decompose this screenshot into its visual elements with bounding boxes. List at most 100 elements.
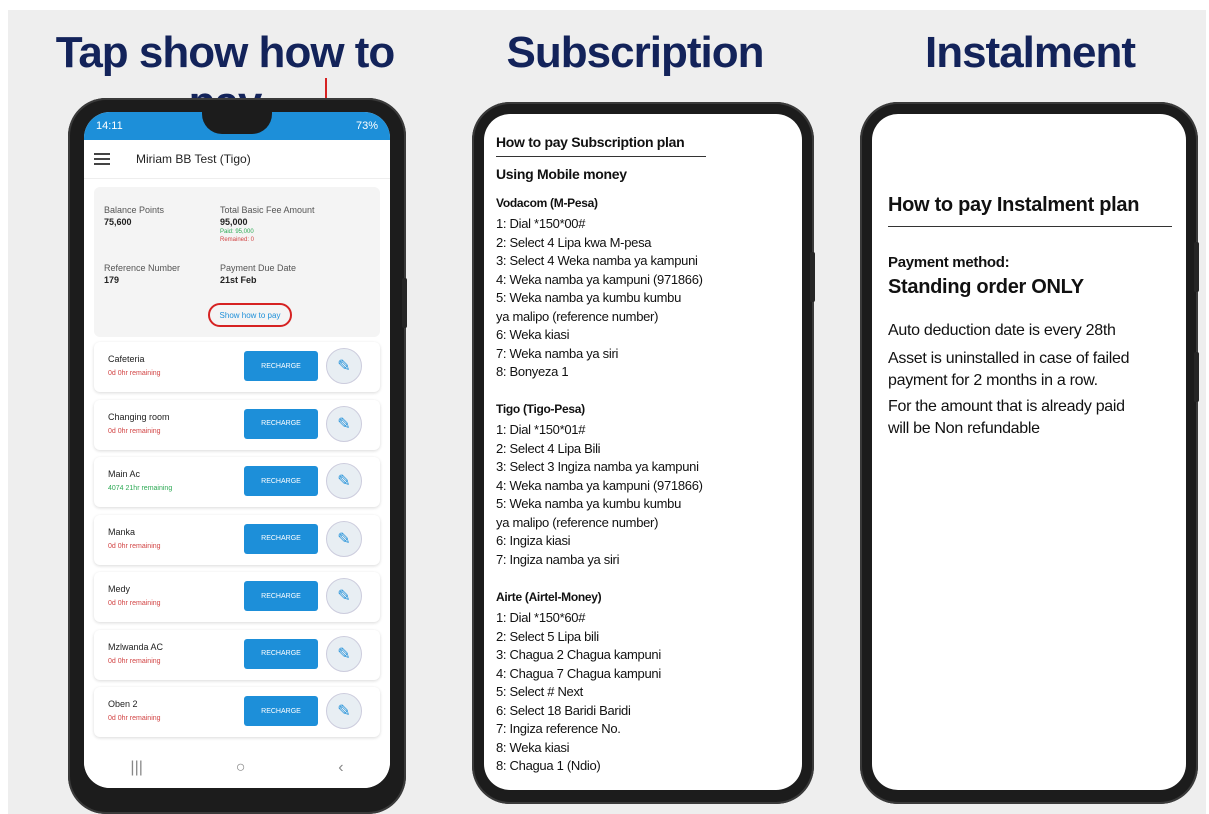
back-icon[interactable]: ‹ xyxy=(338,759,343,777)
room-card: Oben 2 0d 0hr remaining RECHARGE ✎ xyxy=(94,687,380,737)
android-nav-bar: ||| ○ ‹ xyxy=(84,748,390,788)
vodacom-header: Vodacom (M-Pesa) xyxy=(496,196,598,210)
room-name: Changing room xyxy=(108,411,170,422)
recharge-button[interactable]: RECHARGE xyxy=(244,523,318,554)
phone-subscription: How to pay Subscription plan Using Mobil… xyxy=(472,102,815,804)
home-icon[interactable]: ○ xyxy=(236,759,246,777)
camera-notch xyxy=(202,112,272,134)
fee-label: Total Basic Fee Amount xyxy=(220,205,315,215)
balance-label: Balance Points xyxy=(104,205,165,215)
instalment-detail-line: will be Non refundable xyxy=(888,420,1040,437)
room-remaining: 0d 0hr remaining xyxy=(108,600,161,607)
payment-step: 5: Weka namba ya kumbu kumbu xyxy=(496,496,682,511)
payment-step: 8: Chagua 1 (Ndio) xyxy=(496,758,601,773)
payment-method-value: Standing order ONLY xyxy=(888,276,1084,298)
payment-step: 1: Dial *150*00# xyxy=(496,216,586,231)
room-name: Medy xyxy=(108,584,131,594)
recharge-button[interactable]: RECHARGE xyxy=(244,581,318,611)
room-remaining: 0d 0hr remaining xyxy=(108,715,161,722)
edit-pencil-icon[interactable]: ✎ xyxy=(326,405,362,442)
phone-side-button-2 xyxy=(1194,352,1199,402)
instalment-detail-line: For the amount that is already paid xyxy=(888,398,1125,415)
title-underline xyxy=(496,156,706,157)
room-remaining: 4074 21hr remaining xyxy=(108,485,173,492)
phone-side-button xyxy=(1194,242,1199,292)
instalment-detail-line: Auto deduction date is every 28th xyxy=(888,322,1116,339)
edit-pencil-icon[interactable]: ✎ xyxy=(326,635,362,672)
balance-value: 75,600 xyxy=(104,217,132,227)
payment-step: 4: Chagua 7 Chagua kampuni xyxy=(496,665,661,681)
room-remaining: 0d 0hr remaining xyxy=(108,427,161,435)
edit-pencil-icon[interactable]: ✎ xyxy=(326,693,362,729)
payment-step: 7: Weka namba ya siri xyxy=(496,345,619,361)
show-how-to-pay-link[interactable]: Show how to pay xyxy=(208,303,292,327)
payment-step: 7: Ingiza reference No. xyxy=(496,721,621,736)
payment-step: 5: Weka namba ya kumbu kumbu xyxy=(496,290,682,305)
recharge-button[interactable]: RECHARGE xyxy=(244,466,318,496)
subscription-title: How to pay Subscription plan xyxy=(496,134,685,150)
phone-instalment: How to pay Instalment plan Payment metho… xyxy=(860,102,1199,804)
instalment-underline xyxy=(888,226,1172,227)
instalment-detail-line: Asset is uninstalled in case of failed xyxy=(888,350,1130,367)
heading-subscription: Subscription xyxy=(506,28,765,77)
room-card: Medy 0d 0hr remaining RECHARGE ✎ xyxy=(94,572,380,622)
payment-step: 3: Chagua 2 Chagua kampuni xyxy=(496,647,661,662)
airtel-header: Airte (Airtel-Money) xyxy=(496,590,602,604)
summary-card: Balance Points 75,600 Total Basic Fee Am… xyxy=(94,187,380,337)
recents-icon[interactable]: ||| xyxy=(130,759,142,777)
edit-pencil-icon[interactable]: ✎ xyxy=(326,348,362,384)
edit-pencil-icon[interactable]: ✎ xyxy=(326,520,362,557)
instalment-screen: How to pay Instalment plan Payment metho… xyxy=(872,114,1186,790)
phone-side-button xyxy=(810,252,815,302)
recharge-button[interactable]: RECHARGE xyxy=(244,696,318,726)
payment-step: 6: Ingiza kiasi xyxy=(496,533,571,548)
instalment-detail-line: payment for 2 months in a row. xyxy=(888,372,1098,389)
app-bar: Miriam BB Test (Tigo) xyxy=(84,140,390,179)
room-name: Oben 2 xyxy=(108,699,138,709)
payment-step: ya malipo (reference number) xyxy=(496,308,659,324)
using-mobile-money: Using Mobile money xyxy=(496,166,627,182)
payment-step: 4: Weka namba ya kampuni (971866) xyxy=(496,477,703,493)
room-card: Mzlwanda AC 0d 0hr remaining RECHARGE ✎ xyxy=(94,629,380,680)
subscription-screen: How to pay Subscription plan Using Mobil… xyxy=(484,114,802,790)
room-card: Main Ac 4074 21hr remaining RECHARGE ✎ xyxy=(94,457,380,507)
reference-value: 179 xyxy=(104,275,120,285)
app-title: Miriam BB Test (Tigo) xyxy=(136,152,251,166)
recharge-button[interactable]: RECHARGE xyxy=(244,351,318,381)
paid-amount: Paid: 95,000 xyxy=(220,229,254,235)
payment-step: 2: Select 5 Lipa bili xyxy=(496,628,599,644)
menu-icon[interactable] xyxy=(94,150,110,168)
room-card: Cafeteria 0d 0hr remaining RECHARGE ✎ xyxy=(94,342,380,392)
payment-step: 8: Weka kiasi xyxy=(496,739,570,755)
instalment-title: How to pay Instalment plan xyxy=(888,194,1140,216)
edit-pencil-icon[interactable]: ✎ xyxy=(326,463,362,499)
phone-screen: 14:11 73% Miriam BB Test (Tigo) Balance … xyxy=(84,112,390,788)
payment-step: 2: Select 4 Lipa Bili xyxy=(496,440,601,456)
phone-app-screenshot: 14:11 73% Miriam BB Test (Tigo) Balance … xyxy=(68,98,407,814)
payment-step: 5: Select # Next xyxy=(496,684,583,699)
recharge-button[interactable]: RECHARGE xyxy=(244,408,318,439)
recharge-button[interactable]: RECHARGE xyxy=(244,638,318,669)
heading-instalment: Instalment xyxy=(924,28,1136,77)
room-name: Main Ac xyxy=(108,469,141,479)
room-card: Manka 0d 0hr remaining RECHARGE ✎ xyxy=(94,514,380,565)
payment-step: 6: Select 18 Baridi Baridi xyxy=(496,702,631,718)
payment-step: 1: Dial *150*60# xyxy=(496,610,586,625)
payment-step: 8: Bonyeza 1 xyxy=(496,364,569,379)
payment-step: 6: Weka kiasi xyxy=(496,327,570,342)
phone-side-button xyxy=(402,278,407,328)
room-remaining: 0d 0hr remaining xyxy=(108,370,161,377)
room-remaining: 0d 0hr remaining xyxy=(108,542,161,550)
payment-step: 2: Select 4 Lipa kwa M-pesa xyxy=(496,234,652,250)
payment-step: 3: Select 3 Ingiza namba ya kampuni xyxy=(496,459,699,474)
status-time: 14:11 xyxy=(96,120,123,132)
tigo-header: Tigo (Tigo-Pesa) xyxy=(496,402,585,416)
room-name: Mzlwanda AC xyxy=(108,641,164,652)
room-name: Manka xyxy=(108,526,136,537)
payment-step: 3: Select 4 Weka namba ya kampuni xyxy=(496,253,698,268)
room-remaining: 0d 0hr remaining xyxy=(108,657,161,665)
fee-value: 95,000 xyxy=(220,217,248,227)
edit-pencil-icon[interactable]: ✎ xyxy=(326,578,362,614)
room-card: Changing room 0d 0hr remaining RECHARGE ✎ xyxy=(94,399,380,450)
due-date-value: 21st Feb xyxy=(220,275,257,285)
